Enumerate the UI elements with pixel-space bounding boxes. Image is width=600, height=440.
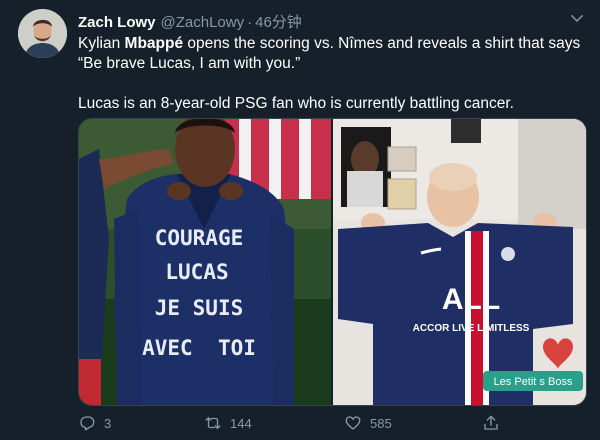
shirt-text-line: JE SUIS	[155, 296, 244, 320]
shirt-text-line: AVEC TOI	[142, 336, 256, 360]
tweet-text: Kylian Mbappé opens the scoring vs. Nîme…	[78, 34, 583, 114]
heart-icon	[345, 416, 361, 430]
tweet-actions: 3 144 585	[78, 412, 583, 434]
author-name[interactable]: Zach Lowy	[78, 14, 156, 31]
tweet[interactable]: Zach Lowy @ZachLowy · 46分钟 Kylian Mbappé…	[0, 0, 600, 440]
reply-count: 3	[104, 415, 112, 431]
separator-dot: ·	[247, 14, 253, 31]
tweet-paragraph-1: Kylian Mbappé opens the scoring vs. Nîme…	[78, 34, 583, 74]
shirt-text-line: COURAGE	[155, 226, 244, 250]
reply-icon	[80, 416, 95, 431]
watermark-text: Les Petit s Boss	[494, 376, 573, 388]
author-handle[interactable]: @ZachLowy	[161, 14, 245, 31]
retweet-icon	[205, 417, 221, 429]
like-count: 585	[370, 415, 392, 431]
photo-lucas-drawing: ALL ACCOR LIVE LIMITLESS Les Petit s Bos…	[333, 119, 586, 405]
tweet-time[interactable]: 46分钟	[255, 11, 302, 32]
avatar-photo	[18, 9, 67, 58]
text-bold: Mbappé	[124, 35, 184, 52]
like-button[interactable]: 585	[344, 412, 392, 434]
share-icon	[484, 415, 498, 430]
media-grid[interactable]: COURAGE LUCAS JE SUIS AVEC TOI ALL ACCOR…	[78, 118, 587, 406]
shirt-text-line: LUCAS	[165, 260, 228, 284]
avatar[interactable]	[18, 9, 67, 58]
photo-mbappe-drawing: COURAGE LUCAS JE SUIS AVEC TOI	[79, 119, 331, 405]
sponsor-logo: ALL	[442, 283, 500, 316]
retweet-button[interactable]: 144	[204, 412, 252, 434]
tweet-header: Zach Lowy @ZachLowy · 46分钟	[78, 11, 560, 31]
photo-mbappe[interactable]: COURAGE LUCAS JE SUIS AVEC TOI	[79, 119, 331, 405]
chevron-down-icon[interactable]	[568, 9, 586, 27]
text-segment: Kylian	[78, 35, 125, 52]
photo-lucas[interactable]: ALL ACCOR LIVE LIMITLESS Les Petit s Bos…	[333, 119, 586, 405]
retweet-count: 144	[230, 415, 252, 431]
tweet-paragraph-2: Lucas is an 8-year-old PSG fan who is cu…	[78, 95, 514, 112]
share-button[interactable]	[482, 412, 508, 434]
sponsor-text: ACCOR LIVE LIMITLESS	[413, 323, 530, 334]
reply-button[interactable]: 3	[78, 412, 111, 434]
